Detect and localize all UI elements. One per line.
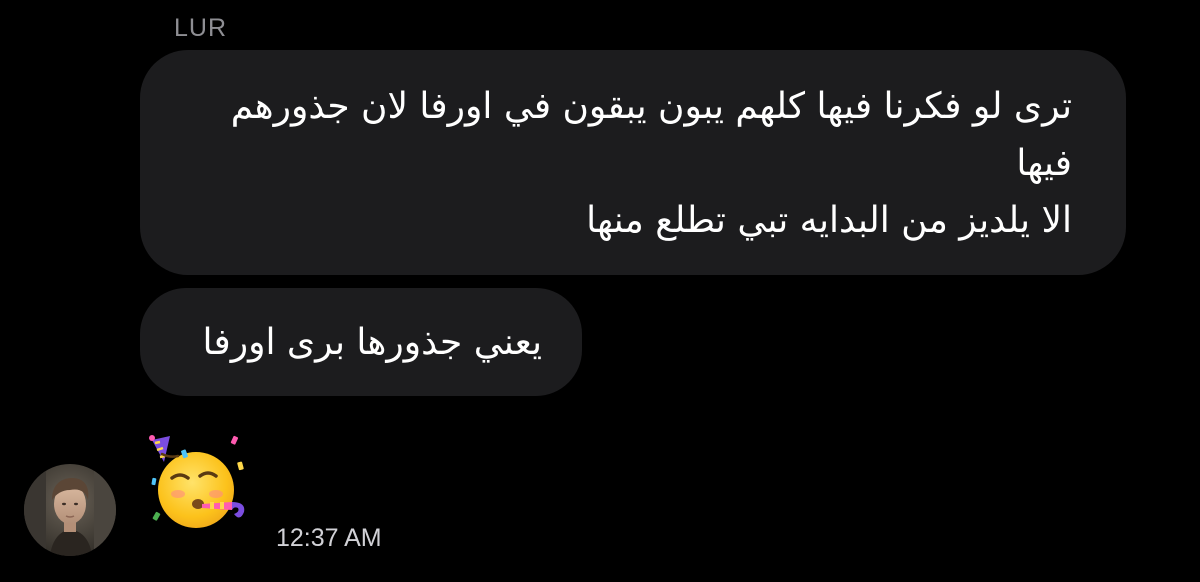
- partying-face-icon: [149, 435, 245, 528]
- avatar-photo-icon: [24, 464, 116, 556]
- message-text-line: ترى لو فكرنا فيها كلهم يبون يبقون في اور…: [230, 86, 1072, 127]
- message-text-line: فيها: [1016, 143, 1072, 184]
- reaction-emoji[interactable]: [148, 432, 254, 532]
- message-bubble[interactable]: ترى لو فكرنا فيها كلهم يبون يبقون في اور…: [140, 50, 1126, 275]
- message-bubble[interactable]: يعني جذورها برى اورفا: [140, 288, 582, 396]
- avatar[interactable]: [24, 464, 116, 556]
- message-text-line: الا يلديز من البدايه تبي تطلع منها: [586, 200, 1072, 241]
- message-sender-name: LUR: [174, 14, 228, 42]
- message-timestamp: 12:37 AM: [276, 524, 382, 552]
- message-text-line: يعني جذورها برى اورفا: [202, 321, 542, 363]
